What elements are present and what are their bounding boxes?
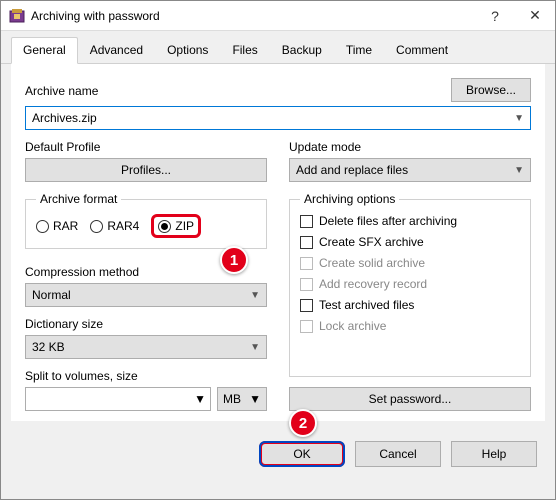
browse-button[interactable]: Browse...	[451, 78, 531, 102]
tab-backup[interactable]: Backup	[270, 37, 334, 63]
check-sfx[interactable]: Create SFX archive	[300, 235, 520, 249]
chevron-down-icon: ▼	[250, 342, 260, 353]
ok-button[interactable]: OK	[259, 441, 345, 467]
radio-rar4[interactable]: RAR4	[90, 219, 139, 233]
archive-name-label: Archive name	[25, 84, 98, 98]
split-unit-combo[interactable]: MB ▼	[217, 387, 267, 411]
update-mode-label: Update mode	[289, 140, 531, 154]
tab-advanced[interactable]: Advanced	[78, 37, 155, 63]
tab-general[interactable]: General	[11, 37, 78, 64]
tab-options[interactable]: Options	[155, 37, 220, 63]
split-label: Split to volumes, size	[25, 369, 267, 383]
check-solid: Create solid archive	[300, 256, 520, 270]
chevron-down-icon: ▼	[514, 113, 524, 124]
default-profile-label: Default Profile	[25, 140, 267, 154]
checkbox-icon	[300, 215, 313, 228]
checkbox-icon	[300, 257, 313, 270]
chevron-down-icon: ▼	[514, 165, 524, 176]
tab-files[interactable]: Files	[220, 37, 269, 63]
checkbox-icon	[300, 278, 313, 291]
radio-rar[interactable]: RAR	[36, 219, 78, 233]
chevron-down-icon: ▼	[250, 290, 260, 301]
archive-format-group: Archive format RAR RAR4 ZIP	[25, 192, 267, 249]
archiving-options-label: Archiving options	[300, 192, 399, 206]
profiles-button[interactable]: Profiles...	[25, 158, 267, 182]
help-button[interactable]: ?	[475, 1, 515, 31]
archiving-options-group: Archiving options Delete files after arc…	[289, 192, 531, 377]
annotation-badge-2: 2	[289, 409, 317, 437]
help-button-footer[interactable]: Help	[451, 441, 537, 467]
check-recovery: Add recovery record	[300, 277, 520, 291]
cancel-button[interactable]: Cancel	[355, 441, 441, 467]
dialog-window: Archiving with password ? ✕ General Adva…	[0, 0, 556, 500]
update-mode-combo[interactable]: Add and replace files ▼	[289, 158, 531, 182]
radio-icon-selected	[158, 220, 171, 233]
radio-icon	[36, 220, 49, 233]
close-button[interactable]: ✕	[515, 1, 555, 31]
archive-name-input[interactable]: Archives.zip ▼	[25, 106, 531, 130]
annotation-badge-1: 1	[220, 246, 248, 274]
right-column: Update mode Add and replace files ▼ Arch…	[289, 140, 531, 411]
app-icon	[9, 8, 25, 24]
chevron-down-icon: ▼	[249, 392, 261, 406]
radio-zip[interactable]: ZIP	[151, 214, 201, 238]
tab-time[interactable]: Time	[334, 37, 384, 63]
set-password-button[interactable]: Set password...	[289, 387, 531, 411]
dictionary-combo[interactable]: 32 KB ▼	[25, 335, 267, 359]
titlebar: Archiving with password ? ✕	[1, 1, 555, 31]
chevron-down-icon: ▼	[194, 392, 206, 406]
tab-comment[interactable]: Comment	[384, 37, 460, 63]
split-size-combo[interactable]: ▼	[25, 387, 211, 411]
check-delete-after[interactable]: Delete files after archiving	[300, 214, 520, 228]
checkbox-icon	[300, 299, 313, 312]
check-test[interactable]: Test archived files	[300, 298, 520, 312]
checkbox-icon	[300, 320, 313, 333]
check-lock: Lock archive	[300, 319, 520, 333]
archive-name-value: Archives.zip	[32, 111, 97, 125]
compression-combo[interactable]: Normal ▼	[25, 283, 267, 307]
window-title: Archiving with password	[31, 9, 475, 23]
dialog-footer: 2 OK Cancel Help	[1, 431, 555, 481]
checkbox-icon	[300, 236, 313, 249]
radio-icon	[90, 220, 103, 233]
tab-content: Archive name Browse... Archives.zip ▼ De…	[11, 64, 545, 421]
archive-format-label: Archive format	[36, 192, 121, 206]
dictionary-label: Dictionary size	[25, 317, 267, 331]
left-column: Default Profile Profiles... Archive form…	[25, 140, 267, 411]
tab-bar: General Advanced Options Files Backup Ti…	[1, 31, 555, 64]
